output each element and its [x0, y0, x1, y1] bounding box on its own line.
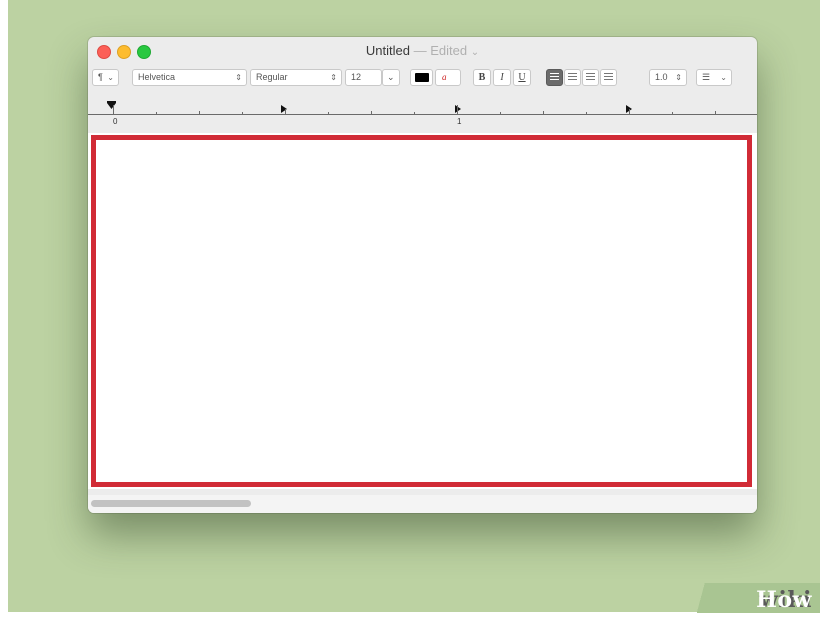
align-right-button[interactable] [582, 69, 599, 86]
font-size-popup[interactable]: ⌄ [382, 69, 400, 86]
font-style-popup[interactable]: Regular ⇕ [250, 69, 342, 86]
align-right-icon [586, 73, 595, 82]
font-size-field[interactable]: 12 [345, 69, 382, 86]
chevron-down-icon: ⌄ [470, 47, 480, 58]
text-color-swatch [415, 73, 429, 82]
tab-stop[interactable] [455, 105, 461, 113]
watermark: wiki How [670, 583, 820, 613]
ruler-tick [242, 112, 243, 115]
ruler[interactable]: 0 1 [88, 97, 757, 133]
font-family-value: Helvetica [138, 72, 176, 82]
align-center-icon [568, 73, 577, 82]
highlight-pen-icon: a [442, 72, 447, 82]
font-size-value: 12 [351, 72, 362, 82]
line-spacing-value: 1.0 [655, 72, 668, 82]
ruler-tick [371, 111, 372, 115]
format-toolbar: ¶ ⌄ Helvetica ⇕ Regular ⇕ 12 ⌄ a B I U 1… [88, 67, 757, 89]
align-left-button[interactable] [546, 69, 563, 86]
chevron-down-icon: ⌄ [107, 73, 114, 82]
stepper-arrows-icon: ⇕ [675, 73, 682, 82]
justify-button[interactable] [600, 69, 617, 86]
stepper-arrows-icon: ⇕ [330, 73, 337, 82]
frame-left-edge [0, 0, 8, 620]
ruler-tick [629, 109, 630, 115]
ruler-tick [586, 112, 587, 115]
scrollbar-thumb[interactable] [91, 500, 251, 507]
ruler-tick [715, 111, 716, 115]
document-text-area[interactable] [88, 133, 757, 489]
edited-status: Edited [430, 43, 468, 58]
ruler-tick [543, 111, 544, 115]
ruler-baseline [88, 114, 757, 115]
frame-bottom-edge [0, 612, 820, 620]
font-family-popup[interactable]: Helvetica ⇕ [132, 69, 247, 86]
font-style-value: Regular [256, 72, 288, 82]
ruler-label: 0 [113, 117, 118, 126]
background-color-well[interactable]: a [435, 69, 461, 86]
chevron-down-icon: ⌄ [720, 73, 727, 82]
italic-button[interactable]: I [493, 69, 511, 86]
ruler-tick [113, 105, 114, 115]
underline-button[interactable]: U [513, 69, 531, 86]
title-separator: — [413, 43, 427, 58]
tab-stop[interactable] [281, 105, 287, 113]
ruler-label: 1 [457, 117, 462, 126]
list-bullets-icon: ☰ [702, 72, 711, 82]
chevron-down-icon: ⌄ [387, 72, 395, 82]
justify-icon [604, 73, 613, 82]
window-title[interactable]: Untitled — Edited ⌄ [88, 43, 757, 58]
line-spacing-popup[interactable]: 1.0 ⇕ [649, 69, 687, 86]
first-line-indent-marker[interactable] [107, 101, 116, 103]
ruler-tick [328, 112, 329, 115]
list-popup[interactable]: ☰ ⌄ [696, 69, 732, 86]
stepper-arrows-icon: ⇕ [235, 73, 242, 82]
bold-button[interactable]: B [473, 69, 491, 86]
ruler-tick [156, 112, 157, 115]
ruler-tick [199, 111, 200, 115]
ruler-tick [414, 112, 415, 115]
text-area-highlight-box [91, 135, 752, 487]
align-left-icon [550, 73, 559, 82]
ruler-tick [285, 109, 286, 115]
document-name: Untitled [365, 43, 410, 58]
title-bar[interactable]: Untitled — Edited ⌄ [88, 37, 757, 65]
ruler-tick [672, 112, 673, 115]
left-margin-marker[interactable] [107, 103, 116, 109]
paragraph-icon: ¶ [98, 72, 103, 82]
textedit-window: Untitled — Edited ⌄ ¶ ⌄ Helvetica ⇕ Regu… [88, 37, 757, 513]
ruler-tick [500, 112, 501, 115]
horizontal-scrollbar[interactable] [88, 495, 757, 513]
align-center-button[interactable] [564, 69, 581, 86]
paragraph-styles-popup[interactable]: ¶ ⌄ [92, 69, 119, 86]
text-color-well[interactable] [410, 69, 433, 86]
ruler-tick [457, 105, 458, 115]
